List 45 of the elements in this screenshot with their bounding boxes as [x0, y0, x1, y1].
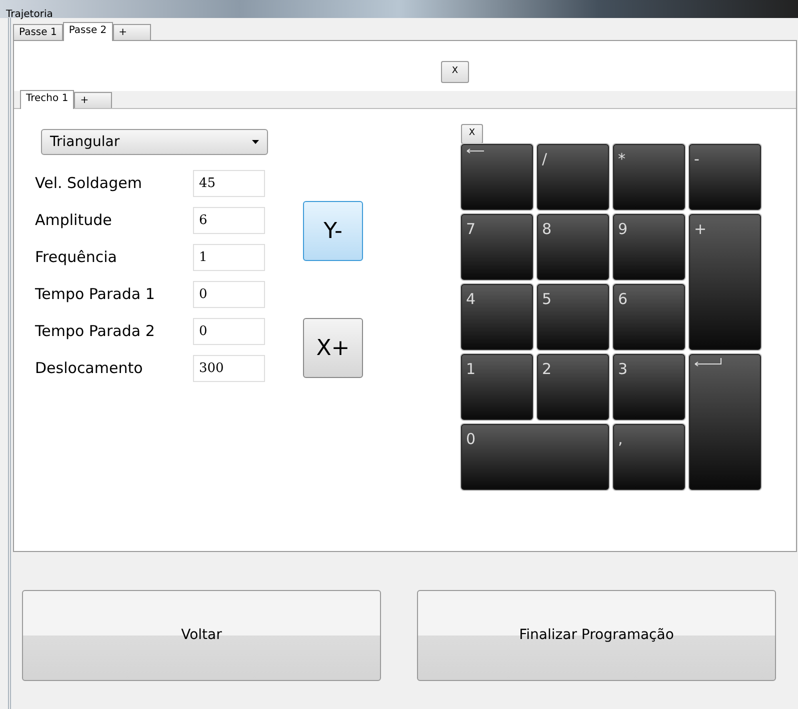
field-label: Deslocamento	[35, 358, 144, 380]
backspace-icon	[466, 148, 484, 154]
tab[interactable]: Passe 1	[13, 24, 63, 40]
caret-icon	[252, 140, 259, 144]
jog-button[interactable]: Y-	[303, 201, 363, 261]
input-field[interactable]: 0	[193, 281, 265, 308]
input-field[interactable]: 300	[193, 355, 265, 382]
key-button[interactable]: 0	[461, 424, 609, 490]
key-button[interactable]: ,	[613, 424, 685, 490]
tab[interactable]: Trecho 1	[20, 90, 74, 109]
field-label: Tempo Parada 1	[35, 284, 156, 306]
key-button[interactable]: 2	[537, 354, 609, 420]
key-button[interactable]: 1	[461, 354, 533, 420]
close-button[interactable]: X	[441, 61, 469, 83]
key-button[interactable]: 5	[537, 284, 609, 350]
backspace-key[interactable]	[461, 144, 533, 210]
enter-icon	[694, 358, 722, 367]
field-label: Amplitude	[35, 210, 113, 232]
tab[interactable]: +	[74, 92, 112, 108]
window-title: Trajetoria	[6, 9, 53, 20]
footer-button[interactable]: Voltar	[22, 590, 381, 681]
key-button[interactable]: 9	[613, 214, 685, 280]
key-button[interactable]: *	[613, 144, 685, 210]
key-button[interactable]: -	[689, 144, 761, 210]
pattern-dropdown[interactable]: Triangular	[41, 129, 268, 155]
key-button[interactable]: 7	[461, 214, 533, 280]
key-button[interactable]: 8	[537, 214, 609, 280]
key-button[interactable]: +	[689, 214, 761, 350]
jog-button[interactable]: X+	[303, 318, 363, 378]
footer-button[interactable]: Finalizar Programação	[417, 590, 776, 681]
key-button[interactable]: 6	[613, 284, 685, 350]
tab[interactable]: +	[112, 24, 151, 40]
input-field[interactable]: 1	[193, 244, 265, 271]
field-label: Vel. Soldagem	[35, 173, 143, 194]
input-field[interactable]: 6	[193, 207, 265, 234]
key-button[interactable]: /	[537, 144, 609, 210]
input-field[interactable]: 45	[193, 170, 265, 197]
input-field[interactable]: 0	[193, 318, 265, 345]
close-button[interactable]: X	[461, 124, 483, 144]
key-button[interactable]: 4	[461, 284, 533, 350]
field-label: Frequência	[35, 247, 118, 268]
tab[interactable]: Passe 2	[62, 22, 113, 41]
field-label: Tempo Parada 2	[35, 321, 156, 342]
key-button[interactable]: 3	[613, 354, 685, 420]
enter-key[interactable]	[689, 354, 761, 490]
